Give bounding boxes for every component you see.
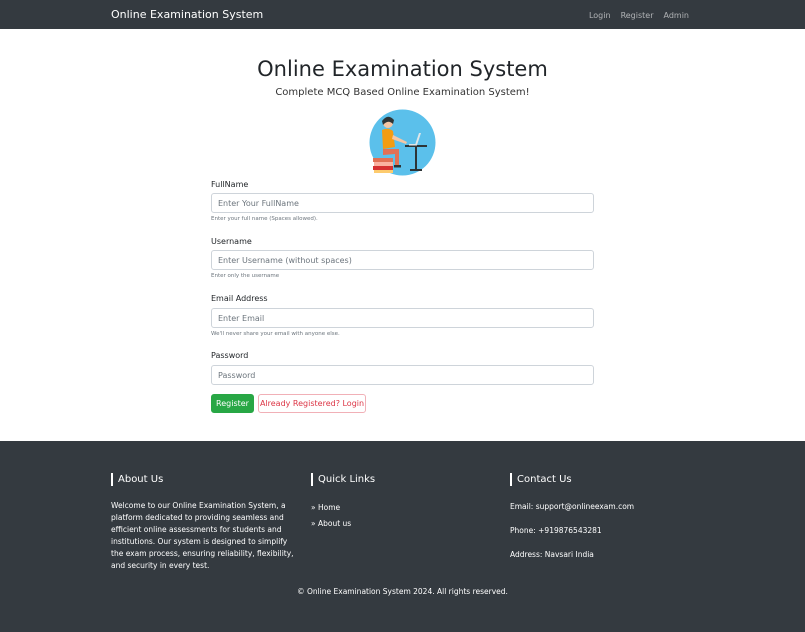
- register-button[interactable]: Register: [211, 394, 254, 413]
- email-label: Email Address: [211, 294, 268, 303]
- email-input[interactable]: [211, 308, 594, 328]
- nav-admin-link[interactable]: Admin: [664, 10, 690, 21]
- username-help: Enter only the username: [211, 273, 280, 279]
- nav-register-link[interactable]: Register: [621, 10, 654, 21]
- contact-email: Email: support@onlineexam.com: [510, 502, 635, 511]
- contact-address: Address: Navsari India: [510, 550, 594, 559]
- about-us-heading: About Us: [111, 473, 163, 486]
- contact-us-heading: Contact Us: [510, 473, 572, 486]
- copyright-text: © Online Examination System 2024. All ri…: [297, 587, 508, 596]
- about-us-text: Welcome to our Online Examination System…: [111, 501, 294, 570]
- student-study-illustration: [369, 109, 436, 176]
- nav-links: Login Register Admin: [589, 10, 689, 21]
- fullname-help: Enter your full name (Spaces allowed).: [211, 216, 318, 222]
- page-title: Online Examination System: [257, 57, 548, 81]
- password-label: Password: [211, 351, 249, 360]
- nav-login-link[interactable]: Login: [589, 10, 611, 21]
- username-label: Username: [211, 237, 252, 246]
- password-input[interactable]: [211, 365, 594, 385]
- brand-link[interactable]: Online Examination System: [111, 8, 263, 22]
- footer-home-link[interactable]: » Home: [311, 503, 340, 513]
- quick-links-heading: Quick Links: [311, 473, 375, 486]
- username-input[interactable]: [211, 250, 594, 270]
- fullname-label: FullName: [211, 180, 249, 189]
- email-help: We'll never share your email with anyone…: [211, 331, 340, 337]
- already-registered-login-button[interactable]: Already Registered? Login: [258, 394, 366, 413]
- footer-about-link[interactable]: » About us: [311, 519, 351, 529]
- page-subtitle: Complete MCQ Based Online Examination Sy…: [275, 87, 530, 98]
- fullname-input[interactable]: [211, 193, 594, 213]
- contact-phone: Phone: +919876543281: [510, 526, 602, 535]
- footer: About Us Welcome to our Online Examinati…: [0, 441, 805, 632]
- navbar: Online Examination System Login Register…: [0, 0, 805, 29]
